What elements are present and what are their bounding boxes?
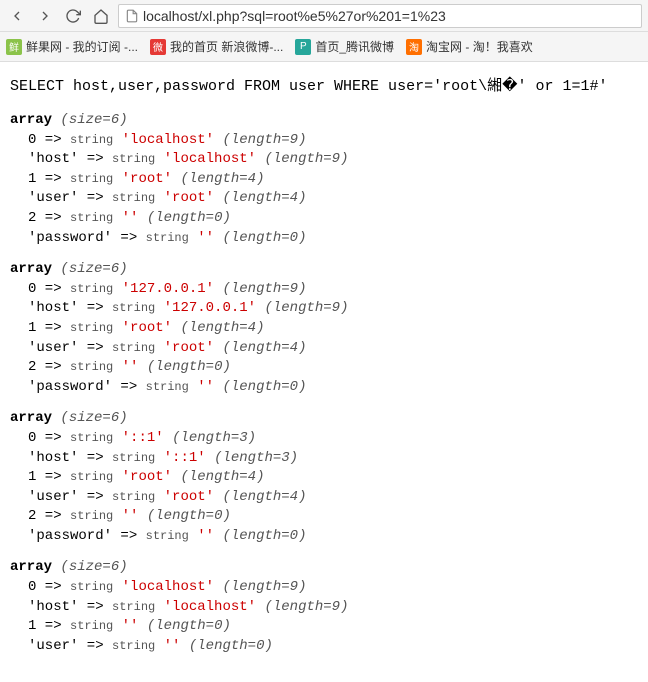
bookmark-item[interactable]: 鲜鲜果网 - 我的订阅 -... — [6, 38, 138, 55]
url-bar[interactable]: localhost/xl.php?sql=root%e5%27or%201=1%… — [118, 4, 642, 28]
bookmark-label: 首页_腾讯微博 — [315, 38, 394, 55]
array-row: 1 => string 'root' (length=4) — [10, 170, 638, 190]
array-row: 2 => string '' (length=0) — [10, 507, 638, 527]
array-row: 'user' => string 'root' (length=4) — [10, 339, 638, 359]
back-button[interactable] — [6, 5, 28, 27]
bookmark-label: 鲜果网 - 我的订阅 -... — [26, 38, 138, 55]
reload-button[interactable] — [62, 5, 84, 27]
array-row: 'host' => string '::1' (length=3) — [10, 449, 638, 469]
array-row: 'host' => string 'localhost' (length=9) — [10, 598, 638, 618]
url-text: localhost/xl.php?sql=root%e5%27or%201=1%… — [143, 8, 446, 24]
browser-toolbar: localhost/xl.php?sql=root%e5%27or%201=1%… — [0, 0, 648, 32]
array-row: 'password' => string '' (length=0) — [10, 527, 638, 547]
array-dump: array (size=6)0 => string 'localhost' (l… — [10, 111, 638, 248]
bookmark-label: 淘宝网 - 淘！我喜欢 — [426, 38, 533, 55]
array-row: 'user' => string 'root' (length=4) — [10, 488, 638, 508]
sql-query: SELECT host,user,password FROM user WHER… — [10, 76, 638, 97]
bookmark-favicon: P — [295, 39, 311, 55]
array-row: 2 => string '' (length=0) — [10, 209, 638, 229]
array-row: 0 => string 'localhost' (length=9) — [10, 578, 638, 598]
array-row: 'user' => string 'root' (length=4) — [10, 189, 638, 209]
bookmark-item[interactable]: P首页_腾讯微博 — [295, 38, 394, 55]
array-dump: array (size=6)0 => string 'localhost' (l… — [10, 558, 638, 656]
array-row: 'host' => string 'localhost' (length=9) — [10, 150, 638, 170]
array-row: 1 => string 'root' (length=4) — [10, 319, 638, 339]
home-button[interactable] — [90, 5, 112, 27]
bookmarks-bar: 鲜鲜果网 - 我的订阅 -... 微我的首页 新浪微博-... P首页_腾讯微博淘淘… — [0, 32, 648, 62]
array-row: 0 => string '127.0.0.1' (length=9) — [10, 280, 638, 300]
array-row: 2 => string '' (length=0) — [10, 358, 638, 378]
array-header: array (size=6) — [10, 558, 638, 578]
page-content: SELECT host,user,password FROM user WHER… — [0, 62, 648, 682]
page-icon — [125, 9, 139, 23]
array-row: 'user' => string '' (length=0) — [10, 637, 638, 657]
array-row: 1 => string '' (length=0) — [10, 617, 638, 637]
bookmark-item[interactable]: 淘淘宝网 - 淘！我喜欢 — [406, 38, 533, 55]
bookmark-label: 我的首页 新浪微博-... — [170, 38, 283, 55]
array-header: array (size=6) — [10, 111, 638, 131]
array-dump: array (size=6)0 => string '127.0.0.1' (l… — [10, 260, 638, 397]
arrays-container: array (size=6)0 => string 'localhost' (l… — [10, 111, 638, 656]
bookmark-favicon: 淘 — [406, 39, 422, 55]
array-header: array (size=6) — [10, 409, 638, 429]
array-row: 0 => string 'localhost' (length=9) — [10, 131, 638, 151]
array-row: 'password' => string '' (length=0) — [10, 378, 638, 398]
array-dump: array (size=6)0 => string '::1' (length=… — [10, 409, 638, 546]
bookmark-item[interactable]: 微我的首页 新浪微博-... — [150, 38, 283, 55]
array-row: 'password' => string '' (length=0) — [10, 229, 638, 249]
array-row: 'host' => string '127.0.0.1' (length=9) — [10, 299, 638, 319]
array-row: 0 => string '::1' (length=3) — [10, 429, 638, 449]
array-header: array (size=6) — [10, 260, 638, 280]
bookmark-favicon: 鲜 — [6, 39, 22, 55]
array-row: 1 => string 'root' (length=4) — [10, 468, 638, 488]
bookmark-favicon: 微 — [150, 39, 166, 55]
forward-button[interactable] — [34, 5, 56, 27]
